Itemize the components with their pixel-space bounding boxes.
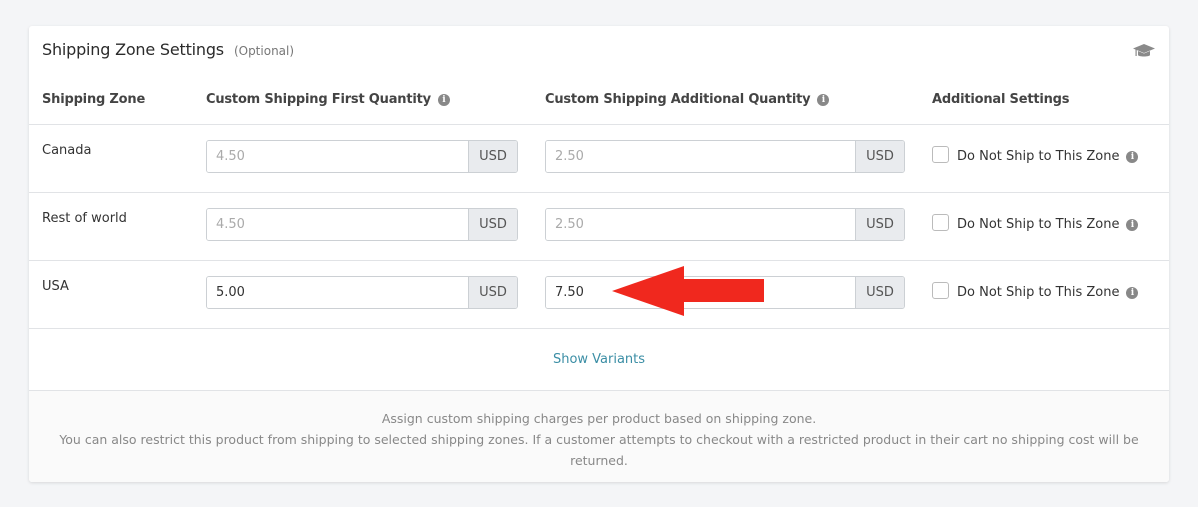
divider xyxy=(29,328,1169,329)
info-icon[interactable]: i xyxy=(1126,150,1139,163)
do-not-ship-checkbox[interactable] xyxy=(932,282,949,299)
header-label: Additional Settings xyxy=(932,92,1070,107)
currency-addon: USD xyxy=(468,277,517,308)
card-header: Shipping Zone Settings (Optional) xyxy=(42,40,294,59)
graduation-cap-icon[interactable] xyxy=(1133,42,1155,60)
table-row-canada: Canada USD USD Do Not Ship to This Zone … xyxy=(29,125,1169,193)
zone-name: Canada xyxy=(42,143,92,158)
optional-label: (Optional) xyxy=(233,44,295,58)
additional-quantity-input[interactable] xyxy=(546,141,855,172)
help-footer: Assign custom shipping charges per produ… xyxy=(29,390,1169,482)
header-label: Custom Shipping Additional Quantity xyxy=(545,92,811,107)
first-quantity-group: USD xyxy=(206,276,518,309)
currency-addon: USD xyxy=(468,209,517,240)
help-text-line2: You can also restrict this product from … xyxy=(59,432,1139,468)
currency-addon: USD xyxy=(855,277,904,308)
additional-quantity-input[interactable] xyxy=(546,209,855,240)
do-not-ship-label[interactable]: Do Not Ship to This Zone xyxy=(957,149,1119,164)
do-not-ship-checkbox[interactable] xyxy=(932,146,949,163)
currency-addon: USD xyxy=(855,209,904,240)
zone-name: Rest of world xyxy=(42,211,127,226)
do-not-ship-option: Do Not Ship to This Zone i xyxy=(932,282,1139,300)
header-label: Custom Shipping First Quantity xyxy=(206,92,431,107)
do-not-ship-label[interactable]: Do Not Ship to This Zone xyxy=(957,285,1119,300)
table-row-rest-of-world: Rest of world USD USD Do Not Ship to Thi… xyxy=(29,193,1169,261)
header-first-quantity: Custom Shipping First Quantity i xyxy=(206,92,450,107)
first-quantity-group: USD xyxy=(206,140,518,173)
table-row-usa: USA USD USD Do Not Ship to This Zone i xyxy=(29,261,1169,329)
header-additional-settings: Additional Settings xyxy=(932,92,1070,107)
currency-addon: USD xyxy=(468,141,517,172)
show-variants-link[interactable]: Show Variants xyxy=(29,352,1169,367)
header-label: Shipping Zone xyxy=(42,92,146,107)
do-not-ship-label[interactable]: Do Not Ship to This Zone xyxy=(957,217,1119,232)
first-quantity-input[interactable] xyxy=(207,209,468,240)
currency-addon: USD xyxy=(855,141,904,172)
shipping-zone-settings-card: Shipping Zone Settings (Optional) Shippi… xyxy=(29,26,1169,482)
additional-quantity-group: USD xyxy=(545,140,905,173)
help-text-line1: Assign custom shipping charges per produ… xyxy=(381,411,817,426)
do-not-ship-option: Do Not Ship to This Zone i xyxy=(932,214,1139,232)
info-icon[interactable]: i xyxy=(437,93,450,106)
do-not-ship-option: Do Not Ship to This Zone i xyxy=(932,146,1139,164)
card-title: Shipping Zone Settings xyxy=(42,40,224,59)
header-additional-quantity: Custom Shipping Additional Quantity i xyxy=(545,92,830,107)
info-icon[interactable]: i xyxy=(1126,218,1139,231)
info-icon[interactable]: i xyxy=(817,93,830,106)
zone-name: USA xyxy=(42,279,69,294)
first-quantity-input[interactable] xyxy=(207,277,468,308)
red-arrow-annotation xyxy=(612,266,764,316)
header-shipping-zone: Shipping Zone xyxy=(42,92,145,107)
first-quantity-group: USD xyxy=(206,208,518,241)
info-icon[interactable]: i xyxy=(1126,286,1139,299)
do-not-ship-checkbox[interactable] xyxy=(932,214,949,231)
additional-quantity-group: USD xyxy=(545,208,905,241)
first-quantity-input[interactable] xyxy=(207,141,468,172)
